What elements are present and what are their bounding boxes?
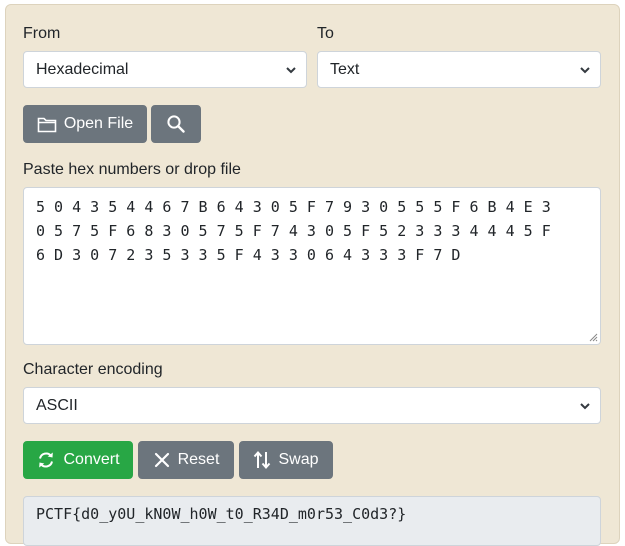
close-icon: [154, 452, 169, 468]
input-label: Paste hex numbers or drop file: [23, 161, 241, 178]
convert-button[interactable]: Convert: [23, 441, 133, 479]
reset-label: Reset: [177, 451, 220, 468]
from-select-value: Hexadecimal: [36, 61, 129, 78]
encoding-select-value: ASCII: [36, 397, 78, 414]
to-label: To: [317, 25, 334, 42]
chevron-down-icon: [580, 403, 590, 410]
search-icon: [167, 115, 185, 133]
result-text: PCTF{d0_y0U_kN0W_h0W_t0_R34D_m0r53_C0d3?…: [36, 505, 407, 523]
from-select[interactable]: Hexadecimal: [23, 51, 307, 88]
swap-label: Swap: [278, 451, 319, 468]
open-file-button[interactable]: Open File: [23, 105, 147, 143]
to-select[interactable]: Text: [317, 51, 601, 88]
resize-handle-icon[interactable]: [588, 332, 598, 342]
convert-label: Convert: [63, 451, 120, 468]
from-label: From: [23, 25, 61, 42]
hex-input[interactable]: 5 0 4 3 5 4 4 6 7 B 6 4 3 0 5 F 7 9 3 0 …: [23, 187, 601, 345]
hex-line: 6 D 3 0 7 2 3 5 3 3 5 F 4 3 3 0 6 4 3 3 …: [36, 246, 461, 264]
result-output[interactable]: PCTF{d0_y0U_kN0W_h0W_t0_R34D_m0r53_C0d3?…: [23, 496, 601, 546]
open-file-label: Open File: [63, 115, 134, 132]
folder-icon: [37, 117, 57, 132]
search-button[interactable]: [151, 105, 201, 143]
to-select-value: Text: [330, 61, 360, 78]
swap-arrows-icon: [254, 450, 271, 470]
reset-button[interactable]: Reset: [138, 441, 234, 479]
chevron-down-icon: [286, 67, 296, 74]
hex-line: 5 0 4 3 5 4 4 6 7 B 6 4 3 0 5 F 7 9 3 0 …: [36, 198, 551, 216]
chevron-down-icon: [580, 67, 590, 74]
encoding-select[interactable]: ASCII: [23, 387, 601, 424]
refresh-icon: [39, 452, 54, 468]
swap-button[interactable]: Swap: [239, 441, 333, 479]
hex-line: 0 5 7 5 F 6 8 3 0 5 7 5 F 7 4 3 0 5 F 5 …: [36, 222, 551, 240]
encoding-label: Character encoding: [23, 361, 163, 378]
